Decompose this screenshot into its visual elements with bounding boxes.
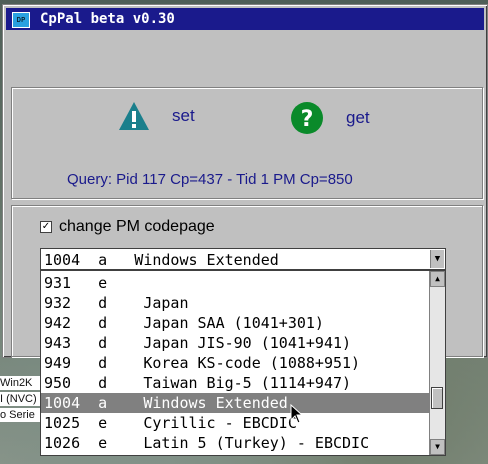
mouse-pointer-icon (290, 404, 304, 424)
svg-text:?: ? (301, 107, 314, 132)
codepage-list-item[interactable]: 1004 a Windows Extended (41, 393, 429, 413)
title-bar[interactable]: DP CpPal beta v0.30 (6, 8, 484, 30)
app-icon[interactable]: DP (12, 12, 30, 28)
get-button[interactable]: ? get (290, 101, 370, 135)
change-codepage-row[interactable]: ✓ change PM codepage (40, 218, 215, 236)
codepage-list-item[interactable]: 932 d Japan (41, 293, 429, 313)
set-label: set (172, 106, 195, 125)
codepage-list-item[interactable]: 949 d Korea KS-code (1088+951) (41, 353, 429, 373)
scroll-down-arrow-icon[interactable]: ▼ (430, 439, 445, 455)
scroll-up-arrow-icon[interactable]: ▲ (430, 271, 445, 287)
query-status: Query: Pid 117 Cp=437 - Tid 1 PM Cp=850 (67, 171, 353, 188)
codepage-combobox[interactable]: 1004 a Windows Extended ▼ (40, 248, 446, 270)
codepage-list-item[interactable]: 931 e (41, 273, 429, 293)
codepage-list-items: 931 e 932 d Japan 942 d Japan SAA (1041+30… (41, 273, 429, 453)
codepage-list-item[interactable]: 950 d Taiwan Big-5 (1114+947) (41, 373, 429, 393)
codepage-dropdown-list[interactable]: 931 e 932 d Japan 942 d Japan SAA (1041+30… (40, 270, 446, 456)
list-scrollbar[interactable]: ▲ ▼ (429, 271, 445, 455)
change-codepage-checkbox[interactable]: ✓ (40, 221, 52, 233)
set-button[interactable]: set (118, 101, 195, 131)
get-label: get (346, 108, 370, 127)
codepage-list-item[interactable]: 1025 e Cyrillic - EBCDIC (41, 413, 429, 433)
warning-triangle-icon (119, 102, 149, 130)
codepage-combo-value: 1004 a Windows Extended (44, 251, 279, 269)
chevron-down-icon[interactable]: ▼ (430, 250, 444, 268)
change-codepage-label: change PM codepage (59, 218, 215, 235)
scrollbar-thumb[interactable] (431, 387, 443, 409)
codepage-list-item[interactable]: 942 d Japan SAA (1041+301) (41, 313, 429, 333)
codepage-list-item[interactable]: 1026 e Latin 5 (Turkey) - EBCDIC (41, 433, 429, 453)
codepage-list-item[interactable]: 943 d Japan JIS-90 (1041+941) (41, 333, 429, 353)
window-title: CpPal beta v0.30 (40, 11, 175, 27)
question-circle-icon: ? (291, 102, 323, 134)
